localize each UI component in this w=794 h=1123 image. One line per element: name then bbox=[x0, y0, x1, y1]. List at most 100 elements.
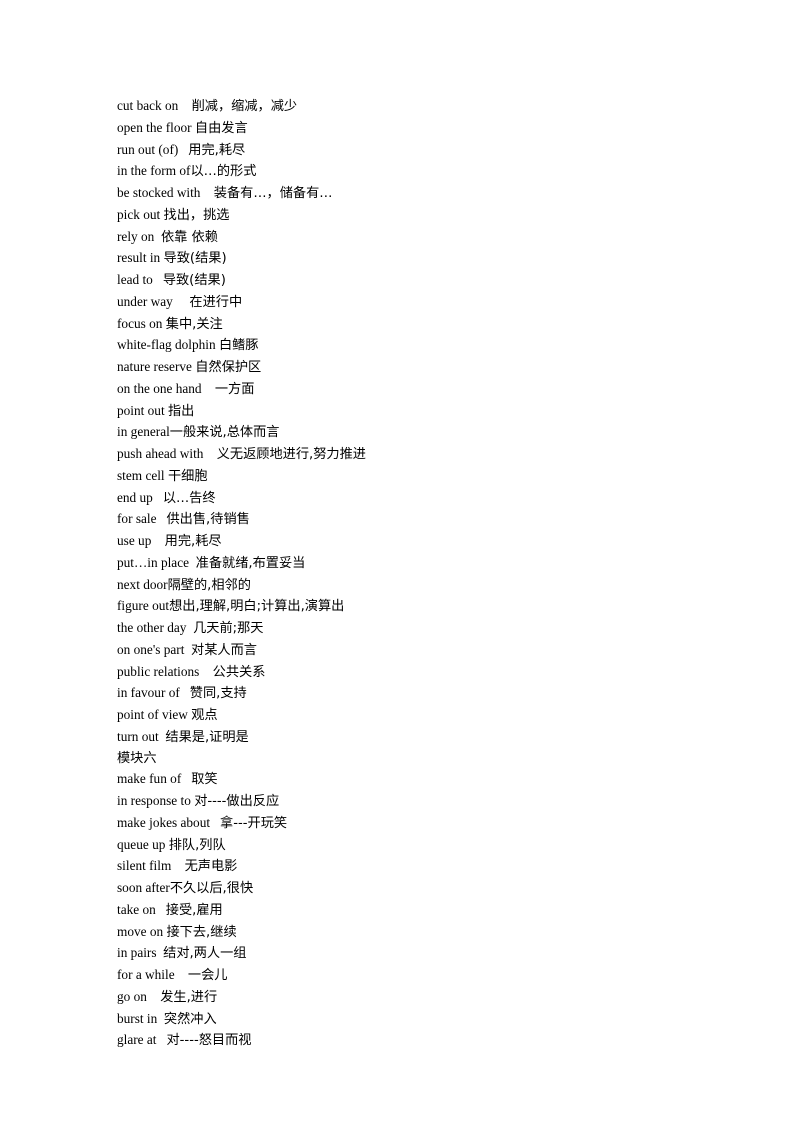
entry-gloss: 观点 bbox=[191, 708, 218, 723]
entry-gloss: 义无返顾地进行,努力推进 bbox=[216, 447, 366, 462]
entry-gloss: 无声电影 bbox=[184, 859, 238, 875]
entry-gloss: 导致(结果) bbox=[162, 273, 226, 288]
entry-term: public relations bbox=[117, 663, 200, 679]
vocabulary-entry: public relations 公共关系 bbox=[117, 662, 717, 684]
entry-spacer bbox=[180, 685, 190, 700]
vocabulary-entry: the other day 几天前;那天 bbox=[117, 618, 717, 640]
entry-spacer bbox=[157, 1032, 167, 1047]
entry-gloss: 接受,雇用 bbox=[165, 902, 223, 918]
entry-gloss: 一般来说,总体而言 bbox=[169, 425, 280, 441]
entry-term: put…in place bbox=[117, 554, 190, 570]
entry-gloss: 在进行中 bbox=[189, 294, 243, 310]
entry-spacer bbox=[153, 490, 163, 505]
vocabulary-entry: next door隔壁的,相邻的 bbox=[117, 575, 717, 597]
entry-term: point of view bbox=[117, 707, 188, 722]
entry-term: next door bbox=[117, 576, 168, 592]
entry-term: go on bbox=[117, 988, 147, 1004]
entry-spacer bbox=[178, 142, 188, 157]
entry-term: burst in bbox=[117, 1010, 158, 1026]
entry-term: in favour of bbox=[117, 685, 180, 701]
entry-term: be stocked with bbox=[117, 185, 201, 200]
entry-gloss: 削减，缩减，减少 bbox=[191, 99, 298, 114]
vocabulary-entry: end up 以…告终 bbox=[117, 488, 717, 510]
vocabulary-entry: be stocked with 装备有…，储备有… bbox=[117, 183, 717, 205]
entry-gloss: 对----做出反应 bbox=[194, 794, 280, 809]
vocabulary-entry: point out 指出 bbox=[117, 401, 717, 423]
entry-term: take on bbox=[117, 901, 156, 917]
entry-gloss: 公共关系 bbox=[212, 664, 266, 680]
entry-spacer bbox=[202, 381, 215, 396]
entry-spacer bbox=[157, 1011, 164, 1026]
entry-gloss: 白鳍豚 bbox=[218, 338, 259, 354]
entry-term: turn out bbox=[117, 728, 159, 744]
entry-gloss: 结对,两人一组 bbox=[163, 946, 247, 962]
vocabulary-entry: on one's part 对某人而言 bbox=[117, 640, 717, 662]
entry-gloss: 装备有…，储备有… bbox=[213, 186, 333, 201]
entry-term: in pairs bbox=[117, 945, 157, 961]
entry-gloss: 自由发言 bbox=[194, 120, 248, 136]
vocabulary-entry: in response to 对----做出反应 bbox=[117, 791, 717, 813]
entry-gloss: 以…告终 bbox=[162, 490, 216, 506]
entry-term: end up bbox=[117, 489, 153, 505]
entry-gloss: 指出 bbox=[167, 403, 195, 419]
vocabulary-entry: stem cell 干细胞 bbox=[117, 466, 717, 488]
entry-gloss: 结果是,证明是 bbox=[165, 729, 249, 745]
entry-spacer bbox=[147, 989, 160, 1004]
vocabulary-entry: rely on 依靠 依赖 bbox=[117, 227, 717, 249]
entry-gloss: 突然冲入 bbox=[163, 1011, 217, 1027]
entry-spacer bbox=[178, 98, 191, 113]
entry-gloss: 依靠 依赖 bbox=[160, 229, 218, 245]
entry-term: under way bbox=[117, 293, 173, 309]
vocabulary-entry: in favour of 赞同,支持 bbox=[117, 683, 717, 705]
vocabulary-entry: make fun of 取笑 bbox=[117, 769, 717, 791]
entry-term: push ahead with bbox=[117, 446, 204, 461]
entry-term: white-flag dolphin bbox=[117, 337, 216, 353]
entry-gloss: 排队,列队 bbox=[168, 837, 226, 853]
entry-term: pick out bbox=[117, 206, 161, 222]
document-page: cut back on 削减，缩减，减少 open the floor 自由发言 r… bbox=[0, 0, 794, 1123]
entry-gloss: 一方面 bbox=[214, 381, 255, 397]
vocabulary-entry: use up 用完,耗尽 bbox=[117, 531, 717, 553]
entry-spacer bbox=[171, 858, 184, 873]
entry-gloss: 以…的形式 bbox=[190, 164, 257, 180]
entry-gloss: 准备就绪,布置妥当 bbox=[195, 555, 306, 571]
entry-term: figure out bbox=[117, 598, 170, 614]
entry-gloss: 集中,关注 bbox=[165, 316, 223, 332]
entry-spacer bbox=[154, 229, 161, 244]
vocabulary-entry: take on 接受,雇用 bbox=[117, 900, 717, 922]
entry-gloss: 一会儿 bbox=[187, 968, 228, 983]
entry-term: soon after bbox=[117, 880, 170, 895]
entry-spacer bbox=[151, 533, 164, 548]
entry-term: for sale bbox=[117, 511, 157, 527]
entry-spacer bbox=[153, 272, 163, 287]
vocabulary-entry: burst in 突然冲入 bbox=[117, 1009, 717, 1031]
vocabulary-entry: on the one hand 一方面 bbox=[117, 379, 717, 401]
vocabulary-entry: push ahead with 义无返顾地进行,努力推进 bbox=[117, 444, 717, 466]
entry-gloss: 不久以后,很快 bbox=[169, 881, 254, 896]
entry-term: on one's part bbox=[117, 641, 185, 657]
entry-gloss: 接下去,继续 bbox=[166, 924, 237, 940]
entry-spacer bbox=[200, 185, 213, 200]
vocabulary-entry: in pairs 结对,两人一组 bbox=[117, 943, 717, 965]
entry-term: point out bbox=[117, 402, 165, 418]
vocabulary-entry: lead to 导致(结果) bbox=[117, 270, 717, 292]
vocabulary-entry: figure out想出,理解,明白;计算出,演算出 bbox=[117, 596, 717, 618]
vocabulary-entry: queue up 排队,列队 bbox=[117, 835, 717, 857]
vocabulary-entry: in general一般来说,总体而言 bbox=[117, 422, 717, 444]
entry-spacer bbox=[210, 815, 220, 830]
entry-term: make fun of bbox=[117, 771, 182, 787]
entry-gloss: 发生,进行 bbox=[160, 989, 218, 1005]
vocabulary-entry: run out (of) 用完,耗尽 bbox=[117, 140, 717, 162]
entry-spacer bbox=[156, 902, 166, 917]
entry-term: in general bbox=[117, 424, 170, 440]
entry-term: result in bbox=[117, 250, 161, 266]
vocabulary-entry: nature reserve 自然保护区 bbox=[117, 357, 717, 379]
entry-gloss: 赞同,支持 bbox=[189, 686, 247, 702]
vocabulary-entry: move on 接下去,继续 bbox=[117, 922, 717, 944]
entry-term: stem cell bbox=[117, 467, 165, 483]
entry-term: focus on bbox=[117, 315, 163, 331]
entry-gloss: 隔壁的,相邻的 bbox=[167, 577, 251, 593]
vocabulary-entry: in the form of以…的形式 bbox=[117, 161, 717, 183]
vocabulary-entry: point of view 观点 bbox=[117, 705, 717, 727]
entry-term: rely on bbox=[117, 228, 155, 244]
